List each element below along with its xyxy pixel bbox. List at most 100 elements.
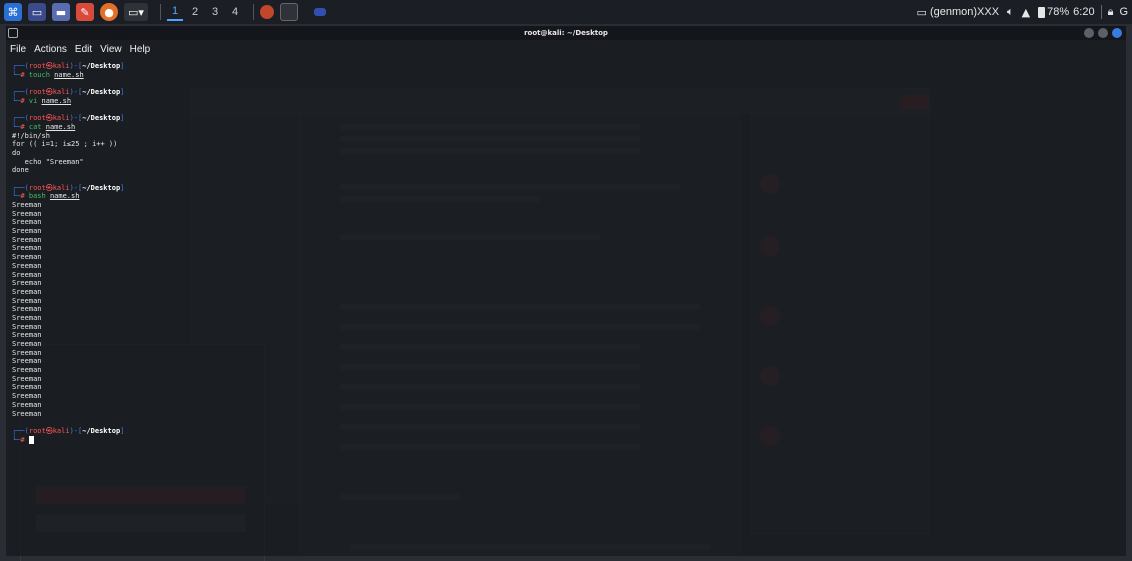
- taskbar-window-icon[interactable]: [314, 8, 326, 16]
- terminal-output[interactable]: ┌──(root㉿kali)-[~/Desktop] └─# touch name…: [6, 58, 1126, 444]
- output-line: done: [12, 166, 29, 175]
- prompt-hash: #: [20, 192, 29, 201]
- output-line: Sreeman: [12, 322, 42, 331]
- menu-help[interactable]: Help: [130, 44, 151, 55]
- battery-percent: 78%: [1047, 6, 1070, 18]
- output-line: Sreeman: [12, 218, 42, 227]
- close-icon[interactable]: [1112, 28, 1122, 38]
- taskbar-firefox-icon[interactable]: [260, 5, 274, 19]
- menu-actions[interactable]: Actions: [34, 44, 67, 55]
- minimize-icon[interactable]: [1084, 28, 1094, 38]
- output-line: Sreeman: [12, 209, 42, 218]
- command-line: └─# bash name.sh: [12, 192, 1120, 201]
- output-line: Sreeman: [12, 279, 42, 288]
- prompt-user: root㉿: [28, 114, 53, 123]
- clock[interactable]: 6:20: [1073, 6, 1094, 18]
- prompt-frame: )-[: [69, 183, 83, 192]
- output-line: for (( i=1; i≤25 ; i++ )): [12, 140, 118, 149]
- prompt-line: ┌──(root㉿kali)-[~/Desktop]: [12, 114, 1120, 123]
- prompt-hash: #: [20, 96, 29, 105]
- prompt-line: ┌──(root㉿kali)-[~/Desktop]: [12, 88, 1120, 97]
- prompt-user: root㉿: [28, 88, 53, 97]
- prompt-frame: ┌──(: [12, 62, 29, 70]
- terminal-app-icon: [8, 28, 18, 38]
- text-editor-icon[interactable]: ✎: [76, 3, 94, 21]
- prompt-frame: ┌──(: [12, 426, 29, 435]
- output-line: Sreeman: [12, 409, 42, 418]
- workspace-4[interactable]: 4: [227, 3, 243, 21]
- prompt-frame: ]: [120, 114, 125, 123]
- menu-view[interactable]: View: [100, 44, 122, 55]
- terminal-icon[interactable]: ▭: [28, 3, 46, 21]
- menu-file[interactable]: File: [10, 44, 26, 55]
- output-line: Sreeman: [12, 400, 42, 409]
- prompt-line: ┌──(root㉿kali)-[~/Desktop]: [12, 184, 1120, 193]
- firefox-icon[interactable]: ●: [100, 3, 118, 21]
- terminal-cursor: [28, 435, 34, 444]
- output-line: Sreeman: [12, 340, 42, 348]
- terminal-window[interactable]: root@kali: ~/Desktop File Actions Edit V…: [6, 26, 1126, 556]
- prompt-dir: ~/Desktop: [82, 114, 121, 123]
- prompt-frame: )-[: [69, 114, 83, 123]
- prompt-frame: ┌──(: [12, 183, 29, 192]
- desktop: ⌘ ▭ ▬ ✎ ● ▭▾ 1 2 3 4 ▭ (genmon)XXX 🔈︎ ▲ …: [0, 0, 1132, 561]
- menu-edit[interactable]: Edit: [75, 44, 92, 55]
- taskbar-terminal-icon[interactable]: [280, 3, 298, 21]
- output-line: Sreeman: [12, 313, 42, 322]
- command-line: └─# touch name.sh: [12, 71, 1120, 80]
- prompt-dir: ~/Desktop: [82, 183, 121, 192]
- command-name: bash: [28, 192, 50, 201]
- command-arg: name.sh: [49, 192, 80, 201]
- prompt-host: kali: [52, 183, 70, 192]
- prompt-dir: ~/Desktop: [82, 62, 121, 70]
- prompt-hash: #: [20, 70, 29, 79]
- output-line: Sreeman: [12, 348, 42, 357]
- workspace-3[interactable]: 3: [207, 3, 223, 21]
- output-line: Sreeman: [12, 270, 42, 279]
- output-line: Sreeman: [12, 201, 42, 209]
- prompt-dir: ~/Desktop: [82, 426, 121, 435]
- output-line: echo "Sreeman": [12, 157, 84, 166]
- prompt-frame: ┌──(: [12, 114, 29, 123]
- prompt-frame: ]: [120, 62, 125, 70]
- window-title: root@kali: ~/Desktop: [524, 29, 608, 37]
- output-line: Sreeman: [12, 235, 42, 244]
- prompt-line: ┌──(root㉿kali)-[~/Desktop]: [12, 427, 1120, 436]
- tray-separator: [1100, 5, 1102, 19]
- workspace-1[interactable]: 1: [167, 3, 183, 21]
- bell-icon[interactable]: ▲: [1022, 6, 1030, 19]
- battery-icon[interactable]: [1038, 6, 1046, 18]
- prompt-frame: ]: [120, 88, 125, 97]
- command-arg: name.sh: [45, 122, 76, 131]
- command-name: cat: [28, 122, 46, 131]
- prompt-frame: )-[: [69, 426, 83, 435]
- maximize-icon[interactable]: [1098, 28, 1108, 38]
- top-panel: ⌘ ▭ ▬ ✎ ● ▭▾ 1 2 3 4 ▭ (genmon)XXX 🔈︎ ▲ …: [0, 0, 1132, 24]
- kali-menu-icon[interactable]: ⌘: [4, 3, 22, 21]
- command-line: └─#: [12, 435, 1120, 445]
- terminal-dropdown-icon[interactable]: ▭▾: [124, 3, 148, 21]
- output-line: Sreeman: [12, 287, 42, 296]
- prompt-host: kali: [52, 114, 70, 123]
- output-line: Sreeman: [12, 331, 42, 340]
- volume-icon[interactable]: 🔈︎: [1007, 5, 1014, 19]
- command-arg: name.sh: [41, 96, 72, 105]
- prompt-frame: )-[: [69, 62, 83, 70]
- genmon-label[interactable]: (genmon)XXX: [930, 6, 999, 18]
- prompt-frame: ]: [120, 426, 125, 435]
- workspace-2[interactable]: 2: [187, 3, 203, 21]
- files-icon[interactable]: ▬: [52, 3, 70, 21]
- prompt-host: kali: [52, 62, 70, 70]
- prompt-frame: ┌──(: [12, 88, 29, 97]
- tray-trailing-label[interactable]: G: [1119, 6, 1128, 18]
- prompt-frame: ]: [120, 183, 125, 192]
- lock-icon[interactable]: 🔒︎: [1108, 5, 1114, 19]
- panel-separator: [160, 4, 161, 20]
- prompt-host: kali: [52, 426, 70, 435]
- output-line: Sreeman: [12, 296, 42, 305]
- output-line: Sreeman: [12, 366, 42, 375]
- terminal-titlebar[interactable]: root@kali: ~/Desktop: [6, 26, 1126, 40]
- output-line: Sreeman: [12, 227, 42, 236]
